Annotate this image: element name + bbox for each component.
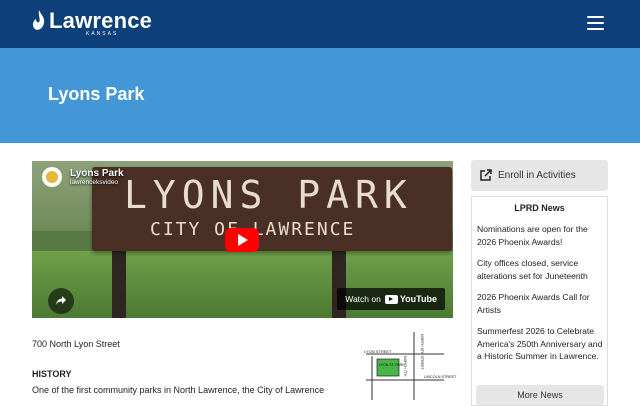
news-heading: LPRD News: [514, 203, 565, 213]
map-street-label: LYON STREET: [364, 349, 392, 354]
video-title[interactable]: Lyons Park: [70, 168, 124, 179]
park-location-map[interactable]: LYON STREET LYON ST. PARK LINCOLN STREET…: [358, 326, 458, 400]
video-player[interactable]: LYONS PARK CITY OF LAWRENCE Lyons Park l…: [32, 161, 453, 318]
youtube-label: YouTube: [399, 294, 437, 304]
map-park-label: LYON ST. PARK: [379, 363, 405, 367]
logo-text: Lawrence: [49, 8, 153, 33]
play-icon: [238, 234, 248, 246]
sign-text-line1: LYONS PARK: [124, 173, 413, 217]
page-title: Lyons Park: [48, 84, 145, 104]
page-hero: Lyons Park: [0, 48, 640, 143]
flame-icon: [32, 10, 45, 30]
map-street-label: NORTH 7TH: [403, 356, 407, 377]
youtube-logo: YouTube: [384, 294, 437, 304]
site-header: Lawrence KANSAS: [0, 0, 640, 48]
enroll-in-activities-button[interactable]: Enroll in Activities: [471, 160, 608, 191]
news-item[interactable]: Summerfest 2026 to Celebrate America's 2…: [477, 325, 605, 363]
map-street-label: NORTH 8TH STREET: [420, 334, 424, 370]
news-item[interactable]: City offices closed, service alterations…: [477, 257, 605, 282]
map-street-label: LINCOLN STREET: [424, 375, 457, 379]
play-button[interactable]: [225, 228, 259, 252]
external-link-icon: [480, 169, 492, 181]
share-icon: [56, 296, 66, 305]
logo-subtext: KANSAS: [86, 31, 119, 37]
youtube-play-icon: [384, 294, 398, 304]
park-address: 700 North Lyon Street: [32, 339, 120, 349]
watch-on-youtube-button[interactable]: Watch on YouTube: [337, 288, 445, 310]
hamburger-menu-icon[interactable]: [587, 16, 604, 30]
more-news-button[interactable]: More News: [476, 385, 604, 405]
news-item[interactable]: 2026 Phoenix Awards Call for Artists: [477, 291, 605, 316]
news-panel: LPRD News Nominations are open for the 2…: [471, 196, 608, 406]
history-text: One of the first community parks in Nort…: [32, 385, 325, 395]
share-button[interactable]: [48, 288, 74, 314]
news-item[interactable]: Nominations are open for the 2026 Phoeni…: [477, 223, 605, 248]
channel-avatar[interactable]: [42, 167, 62, 187]
watch-on-label: Watch on: [345, 294, 381, 304]
video-header: Lyons Park lawrenceksvideo: [42, 167, 124, 187]
enroll-label: Enroll in Activities: [498, 170, 576, 181]
lawrence-logo[interactable]: Lawrence: [32, 10, 152, 32]
history-heading: HISTORY: [32, 369, 72, 379]
video-channel[interactable]: lawrenceksvideo: [70, 179, 124, 186]
